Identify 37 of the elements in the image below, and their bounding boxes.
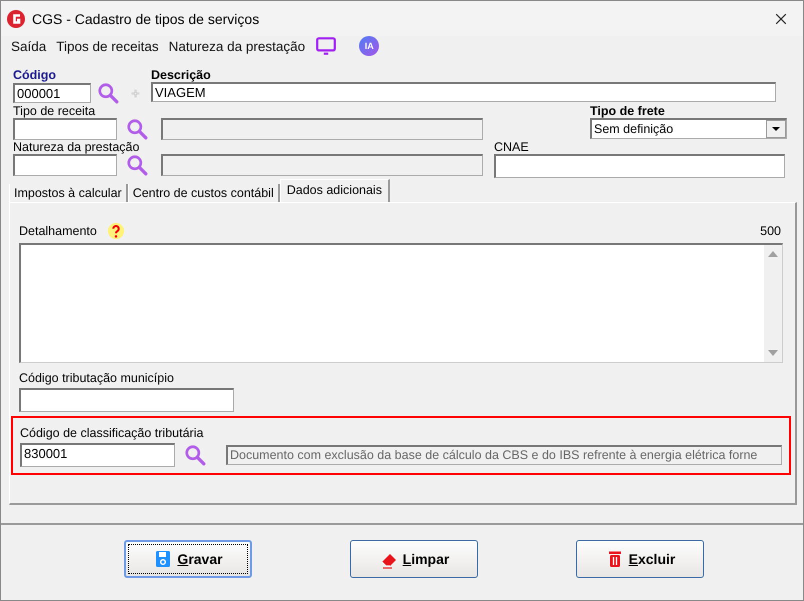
- classification-description-field[interactable]: Documento com exclusão da base de cálculo da CBS e do IBS refrente à energia elétrica forne: [226, 445, 782, 465]
- freight-type-dropdown[interactable]: Sem definição: [590, 118, 787, 139]
- monitor-icon[interactable]: [315, 35, 338, 57]
- code-field[interactable]: 000001: [13, 83, 91, 103]
- help-icon[interactable]: [106, 222, 125, 240]
- field-label: Código de classificação tributária: [20, 426, 204, 440]
- menu-item[interactable]: Tipos de receitas: [56, 38, 159, 54]
- search-icon[interactable]: [97, 82, 119, 104]
- description-field[interactable]: VIAGEM: [151, 82, 776, 102]
- code-field[interactable]: [13, 154, 117, 176]
- clear-button[interactable]: Limpar: [350, 540, 478, 578]
- delete-button[interactable]: Excluir: [576, 540, 704, 578]
- app-logo-icon: [6, 8, 26, 28]
- field-label: Descrição: [151, 68, 212, 82]
- field-label: Código: [13, 68, 58, 82]
- classification-code-field[interactable]: 830001: [20, 443, 175, 467]
- municipal-code-field[interactable]: [19, 388, 234, 412]
- field-label: Tipo de frete: [590, 104, 666, 118]
- search-icon[interactable]: [126, 118, 148, 140]
- character-counter: 500: [760, 224, 781, 238]
- field-label: Tipo de receita: [13, 104, 96, 118]
- menu-item[interactable]: Natureza da prestação: [168, 38, 306, 54]
- scrollbar[interactable]: [764, 245, 782, 362]
- save-button[interactable]: Gravar: [124, 540, 252, 578]
- field-label: Detalhamento: [19, 224, 97, 238]
- field-label: Natureza da prestação: [13, 140, 140, 154]
- search-icon[interactable]: [184, 444, 206, 466]
- ai-button[interactable]: IA: [359, 36, 380, 56]
- field-label: Código tributação município: [19, 371, 175, 385]
- menu-item[interactable]: Saída: [11, 38, 46, 54]
- window-title: CGS - Cadastro de tipos de serviços: [32, 10, 260, 26]
- code-field[interactable]: [13, 118, 117, 140]
- tab[interactable]: Dados adicionais: [280, 179, 390, 202]
- field-label: CNAE: [494, 140, 530, 154]
- tab[interactable]: Impostos à calcular: [9, 184, 128, 202]
- cnae-field[interactable]: [494, 154, 785, 178]
- search-icon[interactable]: [126, 154, 148, 176]
